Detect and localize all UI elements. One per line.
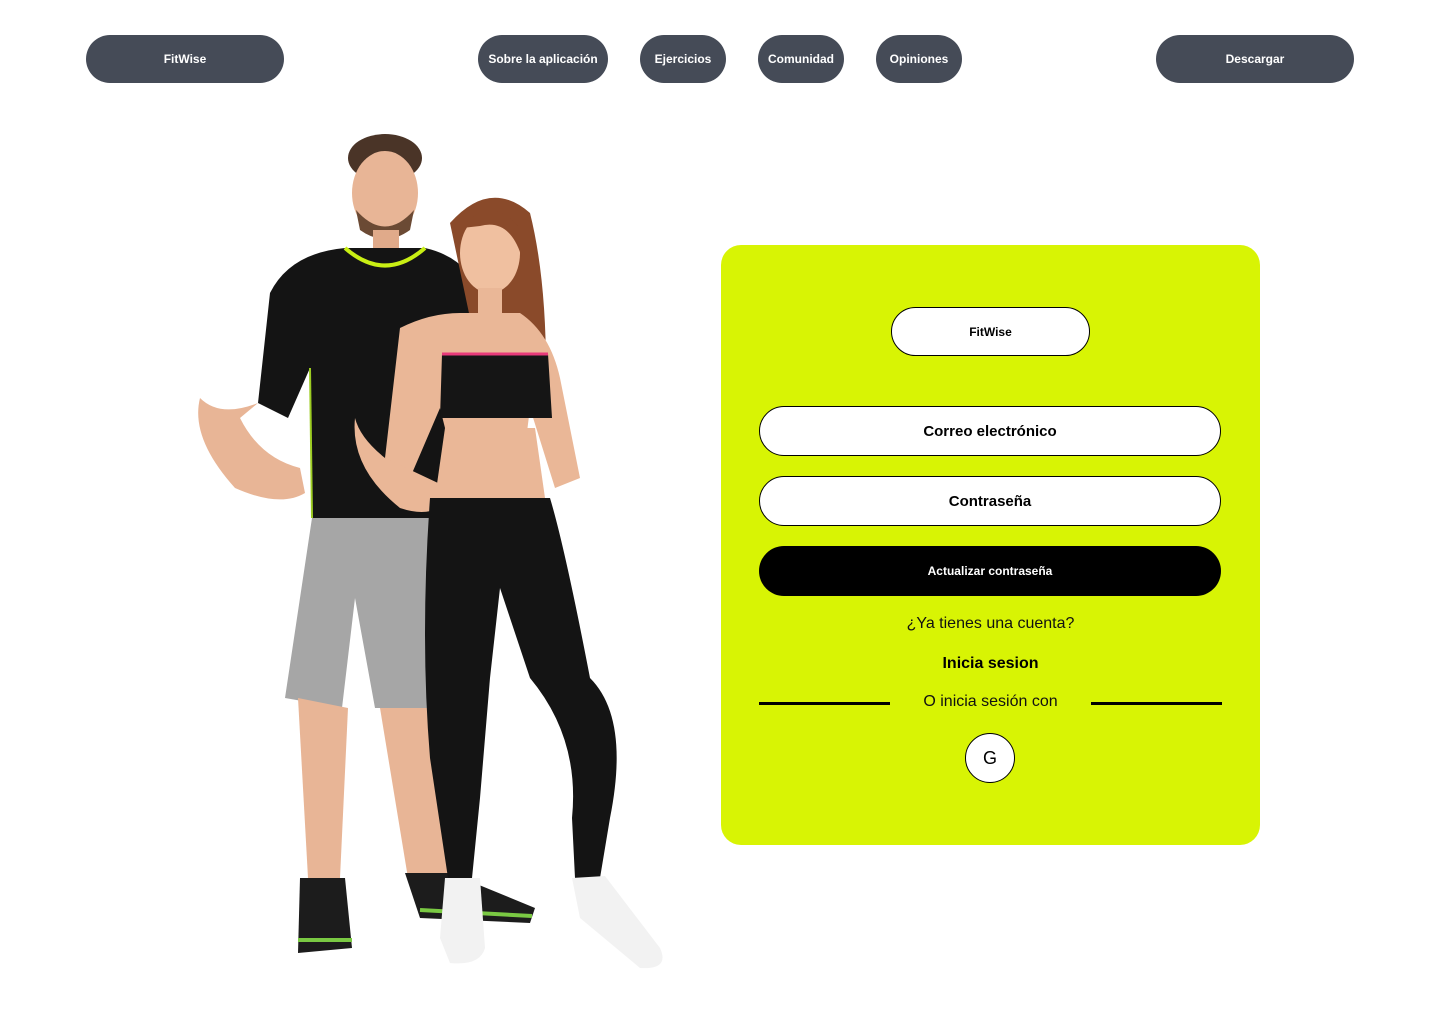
email-field[interactable] xyxy=(759,406,1221,456)
google-login-button[interactable]: G xyxy=(965,733,1015,783)
nav-exercises-button[interactable]: Ejercicios xyxy=(640,35,726,83)
brand-button[interactable]: FitWise xyxy=(86,35,284,83)
password-field[interactable] xyxy=(759,476,1221,526)
divider-line-right xyxy=(1091,702,1222,705)
update-password-card: FitWise Actualizar contraseña ¿Ya tienes… xyxy=(721,245,1260,845)
hero-fitness-couple-image xyxy=(198,134,663,969)
nav-reviews-button[interactable]: Opiniones xyxy=(876,35,962,83)
nav-about-button[interactable]: Sobre la aplicación xyxy=(478,35,608,83)
nav-community-button[interactable]: Comunidad xyxy=(758,35,844,83)
have-account-question: ¿Ya tienes una cuenta? xyxy=(906,615,1075,632)
login-link[interactable]: Inicia sesion xyxy=(721,655,1260,673)
update-password-button[interactable]: Actualizar contraseña xyxy=(759,546,1221,596)
download-button[interactable]: Descargar xyxy=(1156,35,1354,83)
card-logo-badge: FitWise xyxy=(891,307,1090,356)
google-icon: G xyxy=(982,747,997,768)
